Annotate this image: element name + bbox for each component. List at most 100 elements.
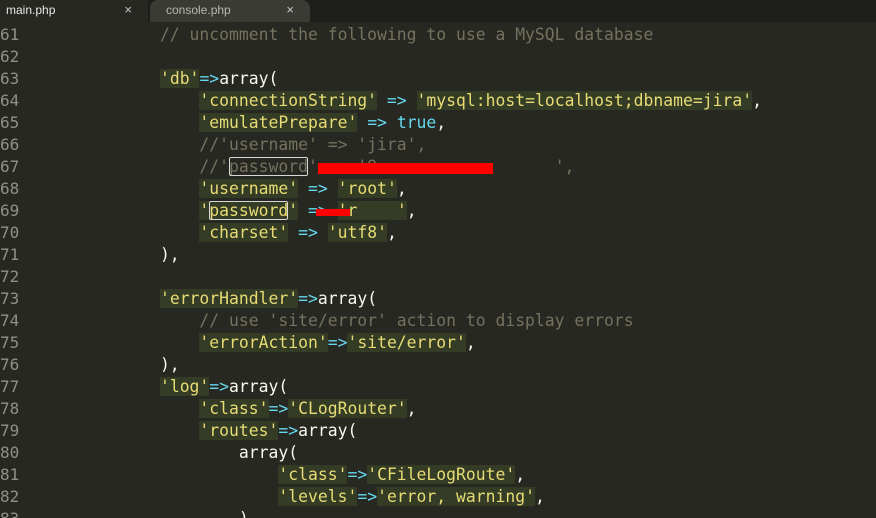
line-number: 74 xyxy=(0,311,20,330)
line-code: 'password' => 'r ', xyxy=(81,200,417,222)
code-line[interactable]: 83 ), xyxy=(0,508,876,518)
close-icon[interactable]: × xyxy=(124,0,132,20)
code-token: 'connectionString' xyxy=(199,91,378,110)
code-token: => xyxy=(268,399,289,418)
line-number: 75 xyxy=(0,333,20,352)
line-number: 76 xyxy=(0,355,20,374)
line-code: array( xyxy=(81,442,298,464)
line-number: 64 xyxy=(0,91,20,110)
code-token: => xyxy=(386,91,407,110)
code-line[interactable]: 77 'log'=>array( xyxy=(0,376,876,398)
code-token: => xyxy=(298,289,318,308)
code-token: true xyxy=(396,113,437,132)
code-line[interactable]: 74 // use 'site/error' action to display… xyxy=(0,310,876,332)
close-icon[interactable]: × xyxy=(286,0,294,20)
line-code: //'username' => 'jira', xyxy=(81,134,426,156)
line-code: ), xyxy=(81,354,180,376)
redaction-bar xyxy=(316,209,350,216)
tab-label: console.php xyxy=(166,3,231,17)
code-line[interactable]: 66 //'username' => 'jira', xyxy=(0,134,876,156)
code-line[interactable]: 65 'emulatePrepare' => true, xyxy=(0,112,876,134)
line-number: 62 xyxy=(0,47,20,66)
code-token: //'username' => 'jira', xyxy=(81,135,427,154)
code-token: ), xyxy=(81,355,180,374)
line-number: 63 xyxy=(0,69,20,88)
code-token: , xyxy=(465,333,476,352)
tab-bar: main.php × console.php × xyxy=(0,0,876,22)
line-number: 65 xyxy=(0,113,20,132)
line-code: 'errorAction'=>'site/error', xyxy=(81,332,476,354)
code-token: => xyxy=(278,421,299,440)
code-token: 'mysql:host=localhost;dbname=jira' xyxy=(416,91,753,110)
code-token: => xyxy=(327,333,348,352)
line-code: 'log'=>array( xyxy=(81,376,288,398)
code-token: => xyxy=(209,377,230,396)
code-line[interactable]: 78 'class'=>'CLogRouter', xyxy=(0,398,876,420)
code-line[interactable]: 76 ), xyxy=(0,354,876,376)
code-token: array( xyxy=(219,69,279,88)
code-line[interactable]: 75 'errorAction'=>'site/error', xyxy=(0,332,876,354)
tab-main-php[interactable]: main.php × xyxy=(0,0,148,22)
code-token: , xyxy=(515,465,526,484)
code-token: 'routes' xyxy=(199,421,279,440)
code-token: 'db' xyxy=(159,69,200,88)
code-token: array( xyxy=(317,289,378,308)
code-editor[interactable]: 61 // uncomment the following to use a M… xyxy=(0,24,876,518)
code-line[interactable]: 82 'levels'=>'error, warning', xyxy=(0,486,876,508)
code-token: 'site/error' xyxy=(347,333,466,352)
code-token: array( xyxy=(81,443,299,462)
code-line[interactable]: 70 'charset' => 'utf8', xyxy=(0,222,876,244)
tab-label: main.php xyxy=(6,3,56,17)
code-token: array( xyxy=(229,377,289,396)
code-line[interactable]: 64 'connectionString' => 'mysql:host=loc… xyxy=(0,90,876,112)
code-token: 'errorAction' xyxy=(199,333,328,352)
code-token: password xyxy=(209,201,289,220)
code-token: 'CLogRouter' xyxy=(288,399,407,418)
code-token: 'emulatePrepare' xyxy=(199,113,358,132)
code-token: ', xyxy=(554,157,575,176)
code-line[interactable]: 79 'routes'=>array( xyxy=(0,420,876,442)
code-line[interactable]: 71 ), xyxy=(0,244,876,266)
line-code: // uncomment the following to use a MySQ… xyxy=(81,24,653,46)
line-code: 'errorHandler'=>array( xyxy=(81,288,377,310)
line-code: ), xyxy=(81,508,259,518)
tab-console-php[interactable]: console.php × xyxy=(150,0,310,22)
code-token: 'utf8' xyxy=(327,223,387,242)
line-number: 81 xyxy=(0,465,20,484)
line-code: // use 'site/error' action to display er… xyxy=(81,310,633,332)
code-line[interactable]: 61 // uncomment the following to use a M… xyxy=(0,24,876,46)
code-token: 'class' xyxy=(278,465,348,484)
code-token: => xyxy=(307,179,328,198)
code-token: => xyxy=(298,223,318,242)
line-code: 'class'=>'CLogRouter', xyxy=(81,398,417,420)
code-token: => xyxy=(199,69,220,88)
code-line[interactable]: 68 'username' => 'root', xyxy=(0,178,876,200)
code-token: 'errorHandler' xyxy=(159,289,299,308)
line-code: 'levels'=>'error, warning', xyxy=(81,486,545,508)
code-token: => xyxy=(347,465,368,484)
line-number: 67 xyxy=(0,157,20,176)
code-token: password xyxy=(229,157,308,176)
code-line[interactable]: 69 'password' => 'r ', xyxy=(0,200,876,222)
code-token: 'error, warning' xyxy=(377,487,535,506)
code-line[interactable]: 73 'errorHandler'=>array( xyxy=(0,288,876,310)
line-number: 80 xyxy=(0,443,20,462)
code-line[interactable]: 81 'class'=>'CFileLogRoute', xyxy=(0,464,876,486)
code-line[interactable]: 72 xyxy=(0,266,876,288)
code-line[interactable]: 62 xyxy=(0,46,876,68)
code-line[interactable]: 63 'db'=>array( xyxy=(0,68,876,90)
code-token: ' xyxy=(288,201,299,220)
code-line[interactable]: 80 array( xyxy=(0,442,876,464)
